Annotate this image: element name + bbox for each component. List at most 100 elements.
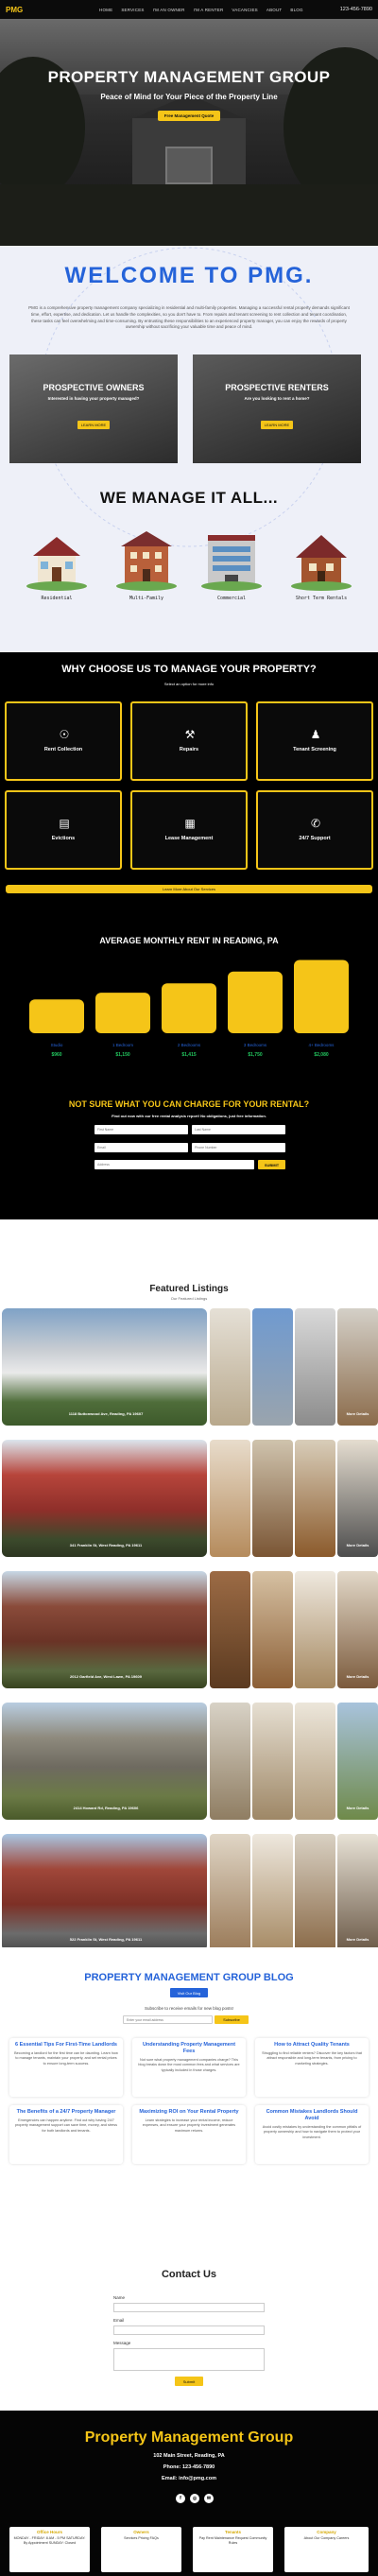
phone-field[interactable] xyxy=(192,1143,285,1152)
nav-services[interactable]: SERVICES xyxy=(121,8,144,12)
prospective-owners-card[interactable]: PROSPECTIVE OWNERS Interested in having … xyxy=(9,354,178,463)
nav-about[interactable]: ABOUT xyxy=(266,8,283,12)
blog-post-card[interactable]: How to Attract Quality Tenants Strugglin… xyxy=(255,2038,369,2097)
listing-thumb[interactable] xyxy=(295,1308,335,1426)
multi-family-type[interactable]: Multi-Family xyxy=(113,520,180,601)
rent-bar xyxy=(95,993,150,1033)
nav-vacancies[interactable]: VACANCIES xyxy=(232,8,257,12)
more-details-link[interactable]: More Details xyxy=(337,1411,378,1416)
listing-thumb[interactable] xyxy=(295,1440,335,1557)
email-field[interactable] xyxy=(94,1143,188,1152)
listing-card[interactable]: 2012 Garfield Ave, West Lawn, PA 19609 M… xyxy=(0,1571,378,1688)
renters-learn-more-button[interactable]: LEARN MORE xyxy=(261,421,293,429)
service-repairs[interactable]: ⚒ Repairs xyxy=(130,701,248,781)
commercial-type[interactable]: Commercial xyxy=(198,520,265,601)
subscribe-email-input[interactable] xyxy=(123,2015,213,2024)
address-field[interactable] xyxy=(94,1160,254,1169)
listing-card[interactable]: 1118 Buttonwood Ave, Reading, PA 19607 M… xyxy=(0,1308,378,1426)
listing-thumb[interactable]: More Details xyxy=(337,1308,378,1426)
listing-main-photo[interactable]: 2414 Howard Rd, Reading, PA 19606 xyxy=(2,1703,207,1820)
more-details-link[interactable]: More Details xyxy=(337,1674,378,1679)
listing-thumb[interactable] xyxy=(210,1440,250,1557)
footer-phone[interactable]: Phone: 123-456-7890 xyxy=(0,2464,378,2470)
featured-listings-section: Featured Listings Our Featured Listings … xyxy=(0,1219,378,1951)
blog-post-card[interactable]: 6 Essential Tips For First-Time Landlord… xyxy=(9,2038,123,2097)
nav-renter[interactable]: I'M A RENTER xyxy=(194,8,224,12)
footer-email[interactable]: Email: info@pmg.com xyxy=(0,2476,378,2481)
listing-thumb[interactable] xyxy=(210,1834,250,1951)
contact-message-field[interactable] xyxy=(113,2348,265,2371)
why-choose-us-section: WHY CHOOSE US TO MANAGE YOUR PROPERTY? S… xyxy=(0,652,378,893)
bar-value-label: $1,415 xyxy=(181,1052,197,1058)
blog-post-title[interactable]: How to Attract Quality Tenants xyxy=(260,2042,364,2049)
more-details-link[interactable]: More Details xyxy=(337,1937,378,1942)
listing-main-photo[interactable]: 1118 Buttonwood Ave, Reading, PA 19607 xyxy=(2,1308,207,1426)
listing-thumb[interactable]: More Details xyxy=(337,1834,378,1951)
listing-card[interactable]: 2414 Howard Rd, Reading, PA 19606 More D… xyxy=(0,1703,378,1820)
listing-thumb[interactable] xyxy=(295,1703,335,1820)
contact-name-field[interactable] xyxy=(113,2303,265,2312)
listing-thumb[interactable] xyxy=(210,1703,250,1820)
form-submit-button[interactable]: SUBMIT xyxy=(258,1160,285,1169)
listing-thumb[interactable]: More Details xyxy=(337,1571,378,1688)
logo[interactable]: PMG xyxy=(6,6,62,14)
more-details-link[interactable]: More Details xyxy=(337,1543,378,1547)
prospective-renters-card[interactable]: PROSPECTIVE RENTERS Are you looking to r… xyxy=(193,354,361,463)
company-links-text[interactable]: About Our Company Careers xyxy=(287,2536,366,2541)
nav-owner[interactable]: I'M AN OWNER xyxy=(153,8,185,12)
contact-submit-button[interactable]: Submit xyxy=(175,2377,203,2386)
instagram-icon[interactable]: ◎ xyxy=(190,2494,199,2503)
listing-thumb[interactable] xyxy=(295,1571,335,1688)
service-tenant-screening[interactable]: ♟ Tenant Screening xyxy=(256,701,373,781)
blog-post-title[interactable]: Common Mistakes Landlords Should Avoid xyxy=(260,2109,364,2122)
owners-links-text[interactable]: Services Pricing FAQs xyxy=(104,2536,179,2541)
rent-bar xyxy=(29,999,84,1033)
listing-card[interactable]: 522 Franklin St, West Reading, PA 19611 … xyxy=(0,1834,378,1951)
listing-thumb[interactable] xyxy=(295,1834,335,1951)
service-lease-management[interactable]: ▦ Lease Management xyxy=(130,790,248,870)
listing-thumb[interactable] xyxy=(252,1308,293,1426)
listing-main-photo[interactable]: 2012 Garfield Ave, West Lawn, PA 19609 xyxy=(2,1571,207,1688)
blog-post-card[interactable]: Common Mistakes Landlords Should Avoid A… xyxy=(255,2105,369,2164)
subscribe-button[interactable]: Subscribe xyxy=(215,2015,249,2024)
last-name-field[interactable] xyxy=(192,1125,285,1134)
bar-category-label: Studio xyxy=(51,1043,63,1047)
blog-post-card[interactable]: Understanding Property Management Fees N… xyxy=(132,2038,246,2097)
service-support[interactable]: ✆ 24/7 Support xyxy=(256,790,373,870)
listing-thumb[interactable] xyxy=(252,1834,293,1951)
listing-thumb[interactable]: More Details xyxy=(337,1703,378,1820)
header-phone[interactable]: 123-456-7890 xyxy=(340,7,372,12)
blog-post-card[interactable]: The Benefits of a 24/7 Property Manager … xyxy=(9,2105,123,2164)
nav-blog[interactable]: BLOG xyxy=(290,8,302,12)
visit-blog-button[interactable]: Visit Our Blog xyxy=(170,1988,208,1997)
listing-thumb[interactable] xyxy=(252,1703,293,1820)
email-icon[interactable]: ✉ xyxy=(204,2494,214,2503)
learn-more-services-button[interactable]: Learn More About Our Services xyxy=(6,885,372,893)
short-term-rentals-type[interactable]: Short Term Rentals xyxy=(288,520,354,601)
listing-thumb[interactable] xyxy=(252,1440,293,1557)
tenants-links-text[interactable]: Pay Rent Maintenance Request Community R… xyxy=(196,2536,270,2547)
listing-thumb[interactable] xyxy=(252,1571,293,1688)
service-rent-collection[interactable]: ☉ Rent Collection xyxy=(5,701,122,781)
residential-type[interactable]: Residential xyxy=(24,520,90,601)
more-details-link[interactable]: More Details xyxy=(337,1806,378,1810)
blog-post-card[interactable]: Maximizing ROI on Your Rental Property L… xyxy=(132,2105,246,2164)
first-name-field[interactable] xyxy=(94,1125,188,1134)
blog-post-title[interactable]: Understanding Property Management Fees xyxy=(137,2042,241,2055)
owners-learn-more-button[interactable]: LEARN MORE xyxy=(77,421,110,429)
service-evictions[interactable]: ▤ Evictions xyxy=(5,790,122,870)
listing-thumb[interactable] xyxy=(210,1571,250,1688)
blog-post-title[interactable]: 6 Essential Tips For First-Time Landlord… xyxy=(14,2042,118,2049)
nav-home[interactable]: HOME xyxy=(99,8,112,12)
blog-post-title[interactable]: The Benefits of a 24/7 Property Manager xyxy=(14,2109,118,2116)
listing-card[interactable]: 341 Franklin St, West Reading, PA 19611 … xyxy=(0,1440,378,1557)
free-quote-button[interactable]: Free Management Quote xyxy=(158,111,220,121)
listing-thumb[interactable] xyxy=(210,1308,250,1426)
listing-main-photo[interactable]: 341 Franklin St, West Reading, PA 19611 xyxy=(2,1440,207,1557)
service-label: Repairs xyxy=(179,747,199,752)
listing-thumb[interactable]: More Details xyxy=(337,1440,378,1557)
facebook-icon[interactable]: f xyxy=(176,2494,185,2503)
blog-post-title[interactable]: Maximizing ROI on Your Rental Property xyxy=(137,2109,241,2116)
contact-email-field[interactable] xyxy=(113,2325,265,2335)
listing-main-photo[interactable]: 522 Franklin St, West Reading, PA 19611 xyxy=(2,1834,207,1951)
